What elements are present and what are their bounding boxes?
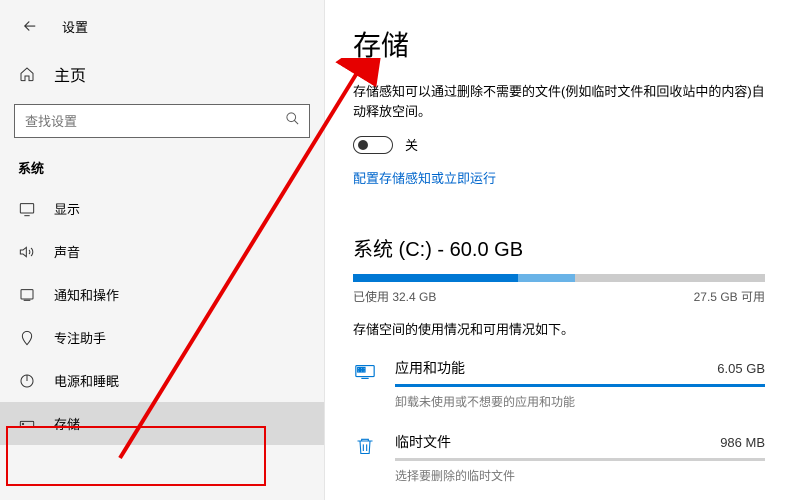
- category-size: 986 MB: [720, 435, 765, 450]
- notifications-icon: [18, 286, 36, 304]
- category-size: 6.05 GB: [717, 361, 765, 376]
- home-icon: [18, 65, 36, 83]
- power-icon: [18, 372, 36, 390]
- sidebar-item-label: 声音: [54, 242, 80, 261]
- sidebar-item-label: 通知和操作: [54, 285, 119, 304]
- search-icon: [285, 111, 300, 131]
- home-nav[interactable]: 主页: [0, 52, 324, 96]
- category-temp[interactable]: 临时文件 986 MB 选择要删除的临时文件: [353, 432, 765, 484]
- free-label: 27.5 GB 可用: [694, 288, 765, 305]
- back-button[interactable]: [18, 14, 42, 38]
- sidebar-item-label: 电源和睡眠: [54, 371, 119, 390]
- section-label: 系统: [0, 152, 324, 187]
- sidebar-item-display[interactable]: 显示: [0, 187, 324, 230]
- trash-icon: [353, 434, 377, 458]
- toggle-knob: [358, 140, 368, 150]
- category-name: 临时文件: [395, 432, 451, 452]
- sidebar-item-label: 显示: [54, 199, 80, 218]
- focus-icon: [18, 329, 36, 347]
- category-bar: [395, 384, 765, 387]
- configure-storage-sense-link[interactable]: 配置存储感知或立即运行: [353, 168, 765, 187]
- display-icon: [18, 200, 36, 218]
- category-sub: 选择要删除的临时文件: [395, 467, 765, 484]
- drive-title: 系统 (C:) - 60.0 GB: [353, 233, 765, 262]
- sidebar-item-label: 专注助手: [54, 328, 106, 347]
- sidebar-item-focus[interactable]: 专注助手: [0, 316, 324, 359]
- sidebar-item-sound[interactable]: 声音: [0, 230, 324, 273]
- storage-sense-toggle[interactable]: [353, 136, 393, 154]
- sidebar-item-notifications[interactable]: 通知和操作: [0, 273, 324, 316]
- sidebar-item-power[interactable]: 电源和睡眠: [0, 359, 324, 402]
- page-title: 存储: [353, 24, 765, 64]
- drive-usage-bar: [353, 274, 765, 282]
- sidebar-item-label: 存储: [54, 414, 80, 433]
- apps-icon: [353, 360, 377, 384]
- home-label: 主页: [54, 62, 86, 86]
- toggle-state-label: 关: [405, 135, 418, 154]
- sidebar-item-storage[interactable]: 存储: [0, 402, 324, 445]
- usage-description: 存储空间的使用情况和可用情况如下。: [353, 319, 765, 338]
- used-label: 已使用 32.4 GB: [353, 288, 436, 305]
- search-input[interactable]: [14, 104, 310, 138]
- category-name: 应用和功能: [395, 358, 465, 378]
- category-sub: 卸载未使用或不想要的应用和功能: [395, 393, 765, 410]
- storage-sense-description: 存储感知可以通过删除不需要的文件(例如临时文件和回收站中的内容)自动释放空间。: [353, 82, 765, 121]
- storage-icon: [18, 415, 36, 433]
- sound-icon: [18, 243, 36, 261]
- category-bar: [395, 458, 765, 461]
- category-apps[interactable]: 应用和功能 6.05 GB 卸载未使用或不想要的应用和功能: [353, 358, 765, 410]
- app-title: 设置: [62, 17, 88, 36]
